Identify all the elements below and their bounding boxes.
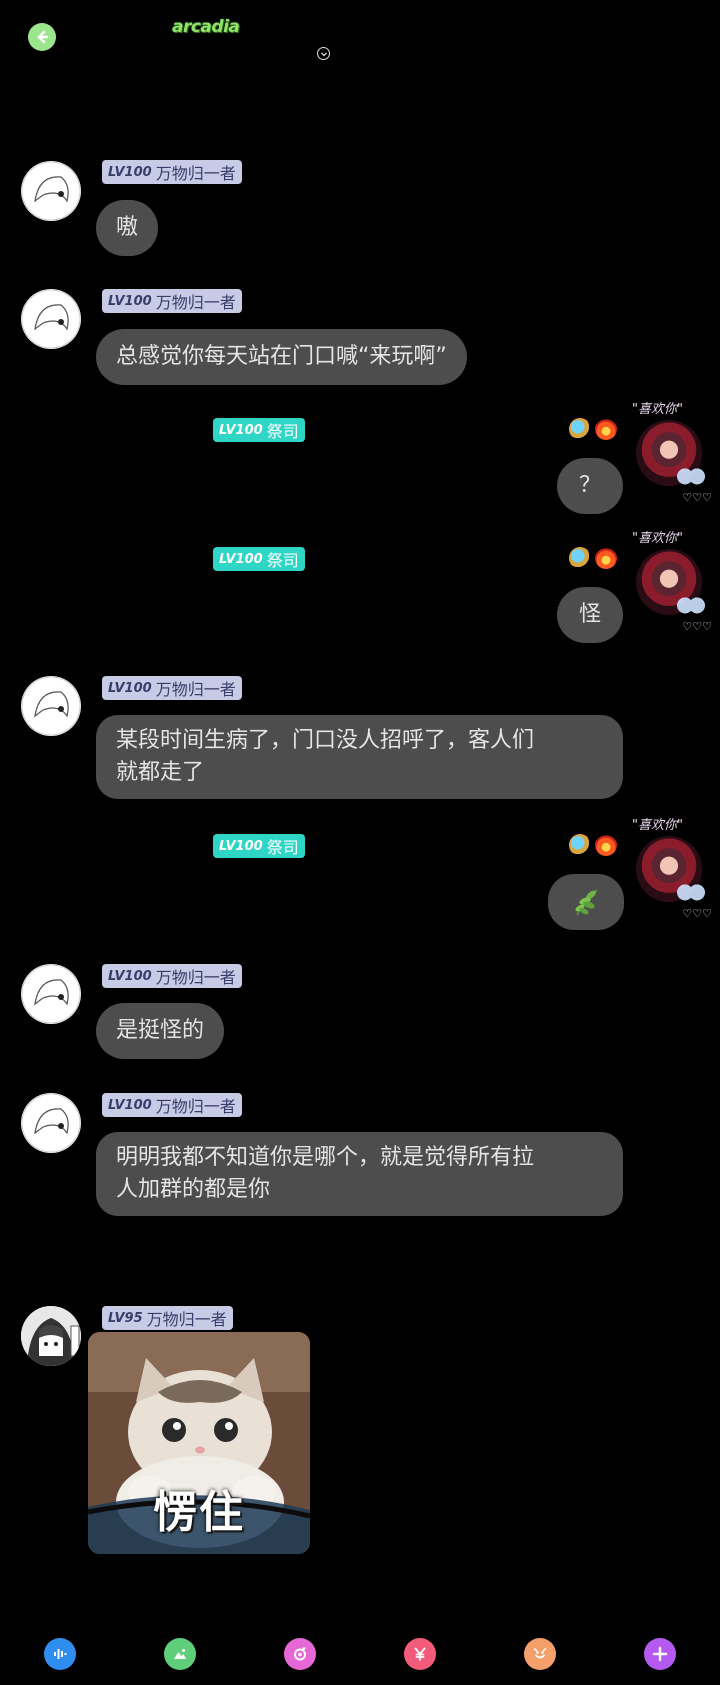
image-icon xyxy=(174,1649,186,1659)
user-level-tag: LV100 万物归一者 xyxy=(102,160,242,184)
user-level-tag: LV100 万物归一者 xyxy=(102,1093,242,1117)
message-bubble[interactable]: 是挺怪的 xyxy=(96,1003,225,1059)
message-bubble[interactable]: 嗷 xyxy=(96,200,159,256)
bottom-toolbar xyxy=(0,1638,720,1672)
fire-badge-icon xyxy=(595,418,617,440)
message-bubble[interactable]: 总感觉你每天站在门口喊“来玩啊” xyxy=(96,329,467,385)
badge-icons xyxy=(569,547,617,569)
camera-icon xyxy=(294,1647,306,1661)
avatar[interactable] xyxy=(21,676,81,736)
avatar[interactable] xyxy=(21,289,81,349)
sticker-image[interactable]: 愣住 xyxy=(88,1332,310,1554)
avatar[interactable] xyxy=(21,161,81,221)
app-logo: arcadia xyxy=(172,17,240,37)
image-button[interactable] xyxy=(164,1638,196,1670)
heart-decoration-icon xyxy=(676,595,706,621)
leaf-emoji-icon xyxy=(575,889,598,916)
back-arrow-icon xyxy=(37,30,49,44)
badge-icons xyxy=(569,834,617,856)
fire-badge-icon xyxy=(595,834,617,856)
emoji-button[interactable] xyxy=(524,1638,556,1670)
user-level-tag: LV100 万物归一者 xyxy=(102,289,242,313)
badge-icons xyxy=(569,418,617,440)
user-level-tag: LV95 万物归一者 xyxy=(102,1306,233,1330)
avatar[interactable] xyxy=(21,1306,81,1366)
camera-button[interactable] xyxy=(284,1638,316,1670)
emoji-message-bubble[interactable] xyxy=(548,874,624,930)
user-level-tag: LV100 万物归一者 xyxy=(102,964,242,988)
bird-badge-icon xyxy=(569,547,591,569)
self-avatar[interactable]: "喜欢你" ♡♡♡ xyxy=(632,402,712,504)
back-button[interactable] xyxy=(28,23,56,51)
avatar[interactable] xyxy=(21,964,81,1024)
chevron-down-icon[interactable] xyxy=(317,47,330,60)
self-level-tag: LV100 祭司 xyxy=(213,547,305,571)
voice-button[interactable] xyxy=(44,1638,76,1670)
red-packet-button[interactable] xyxy=(404,1638,436,1670)
more-button[interactable] xyxy=(644,1638,676,1670)
yen-icon xyxy=(414,1647,426,1661)
bird-badge-icon xyxy=(569,834,591,856)
message-bubble[interactable]: 明明我都不知道你是哪个，就是觉得所有拉 人加群的都是你 xyxy=(96,1132,623,1216)
self-avatar[interactable]: "喜欢你" ♡♡♡ xyxy=(632,818,712,920)
plus-icon xyxy=(652,1646,668,1662)
bird-badge-icon xyxy=(569,418,591,440)
message-bubble[interactable]: 怪 xyxy=(557,587,623,643)
voice-icon xyxy=(54,1649,67,1659)
self-avatar[interactable]: "喜欢你" ♡♡♡ xyxy=(632,531,712,633)
avatar[interactable] xyxy=(21,1093,81,1153)
fire-badge-icon xyxy=(595,547,617,569)
self-level-tag: LV100 祭司 xyxy=(213,418,305,442)
heart-decoration-icon xyxy=(676,466,706,492)
message-bubble[interactable]: ？ xyxy=(557,458,623,514)
heart-decoration-icon xyxy=(676,882,706,908)
self-level-tag: LV100 祭司 xyxy=(213,834,305,858)
message-bubble[interactable]: 某段时间生病了，门口没人招呼了，客人们 就都走了 xyxy=(96,715,623,799)
user-level-tag: LV100 万物归一者 xyxy=(102,676,242,700)
emoji-icon xyxy=(533,1648,547,1659)
